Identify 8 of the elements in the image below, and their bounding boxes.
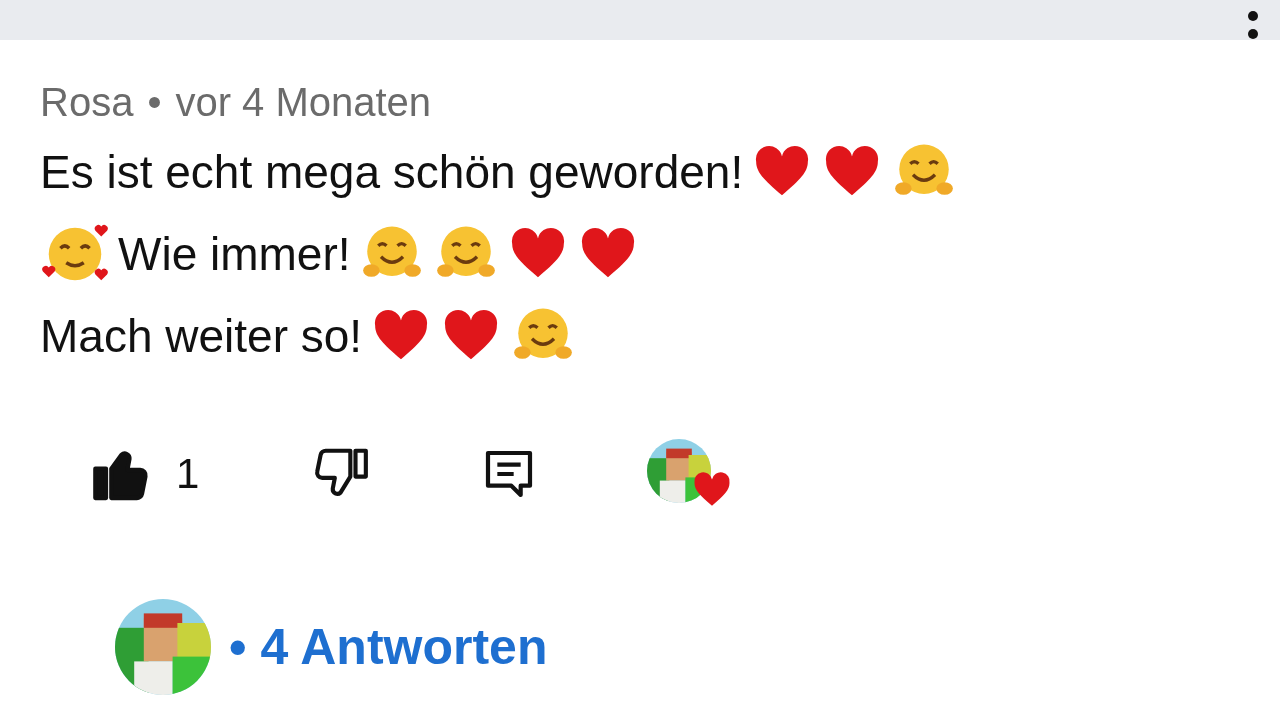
like-button[interactable]: 1 <box>90 442 200 506</box>
comment-text: Mach weiter so! <box>40 309 363 363</box>
comment-text: Es ist echt mega schön geworden! <box>40 145 744 199</box>
comment-time: vor 4 Monaten <box>175 80 432 125</box>
comment-text: Wie immer! <box>118 227 351 281</box>
comment-author[interactable]: Rosa <box>40 80 134 125</box>
separator-dot: • <box>147 80 162 125</box>
replies-link[interactable]: • 4 Antworten <box>229 618 548 676</box>
